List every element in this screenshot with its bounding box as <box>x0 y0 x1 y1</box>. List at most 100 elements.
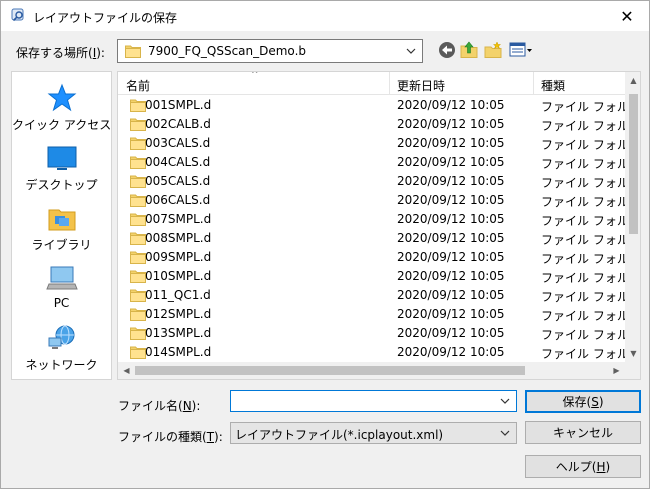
save-layout-dialog: レイアウトファイルの保存 ✕ 保存する場所(I): 7900_FQ_QSScan… <box>0 0 650 489</box>
folder-icon <box>130 251 146 264</box>
column-header-date[interactable]: 更新日時 <box>397 77 445 94</box>
chevron-down-icon <box>500 430 510 436</box>
file-name: 013SMPL.d <box>145 326 212 340</box>
table-row[interactable]: 011_QC1.d 2020/09/12 10:05 ファイル フォルダー <box>118 286 626 305</box>
file-type: ファイル フォルダー <box>541 195 626 209</box>
folder-icon <box>130 308 146 321</box>
network-icon <box>48 325 74 349</box>
table-row[interactable]: 005CALS.d 2020/09/12 10:05 ファイル フォルダー <box>118 172 626 191</box>
file-date: 2020/09/12 10:05 <box>397 307 505 321</box>
table-row[interactable]: 014SMPL.d 2020/09/12 10:05 ファイル フォルダー <box>118 343 626 362</box>
folder-icon <box>130 270 146 283</box>
file-name: 006CALS.d <box>145 193 211 207</box>
table-row[interactable]: 009SMPL.d 2020/09/12 10:05 ファイル フォルダー <box>118 248 626 267</box>
scroll-up-icon[interactable]: ▲ <box>625 72 640 89</box>
table-row[interactable]: 006CALS.d 2020/09/12 10:05 ファイル フォルダー <box>118 191 626 210</box>
filetype-select[interactable]: レイアウトファイル(*.icplayout.xml) <box>230 422 517 444</box>
cancel-button[interactable]: キャンセル <box>525 421 641 444</box>
new-folder-icon[interactable] <box>484 41 502 59</box>
table-row[interactable]: 013SMPL.d 2020/09/12 10:05 ファイル フォルダー <box>118 324 626 343</box>
chevron-down-icon[interactable] <box>500 394 510 408</box>
place-pc[interactable]: PC <box>12 262 111 310</box>
file-type: ファイル フォルダー <box>541 252 626 266</box>
pc-icon <box>45 266 78 290</box>
file-date: 2020/09/12 10:05 <box>397 136 505 150</box>
file-date: 2020/09/12 10:05 <box>397 174 505 188</box>
file-date: 2020/09/12 10:05 <box>397 193 505 207</box>
file-name: 005CALS.d <box>145 174 211 188</box>
folder-icon <box>130 213 146 226</box>
places-bar: クイック アクセス デスクトップ ライブラリ PC ネットワーク <box>11 71 112 380</box>
file-name: 014SMPL.d <box>145 345 212 359</box>
file-date: 2020/09/12 10:05 <box>397 117 505 131</box>
vertical-scroll-thumb[interactable] <box>629 94 638 234</box>
file-type: ファイル フォルダー <box>541 309 626 323</box>
file-name: 012SMPL.d <box>145 307 212 321</box>
folder-icon <box>130 156 146 169</box>
file-date: 2020/09/12 10:05 <box>397 288 505 302</box>
file-name: 009SMPL.d <box>145 250 212 264</box>
table-row[interactable]: 004CALS.d 2020/09/12 10:05 ファイル フォルダー <box>118 153 626 172</box>
desktop-icon <box>47 146 76 170</box>
scroll-right-icon[interactable]: ▶ <box>608 362 625 379</box>
place-library[interactable]: ライブラリ <box>12 202 111 253</box>
place-desktop[interactable]: デスクトップ <box>12 142 111 193</box>
file-date: 2020/09/12 10:05 <box>397 345 505 359</box>
view-menu-icon[interactable] <box>509 41 533 59</box>
column-header-name[interactable]: 名前 <box>126 77 150 94</box>
chevron-down-icon <box>406 48 416 54</box>
table-row[interactable]: 002CALB.d 2020/09/12 10:05 ファイル フォルダー <box>118 115 626 134</box>
location-value: 7900_FQ_QSScan_Demo.b <box>148 44 306 58</box>
close-icon: ✕ <box>620 6 634 26</box>
file-type: ファイル フォルダー <box>541 157 626 171</box>
close-button[interactable]: ✕ <box>605 1 649 31</box>
file-name: 011_QC1.d <box>145 288 211 302</box>
vertical-scrollbar[interactable]: ▲ ▼ <box>625 72 640 362</box>
place-quick-access[interactable]: クイック アクセス <box>12 82 111 133</box>
folder-icon <box>130 232 146 245</box>
library-icon <box>48 209 75 231</box>
file-list[interactable]: ^ 名前 更新日時 種類 001SMPL.d 2020/09/12 10:05 ファ… <box>117 71 641 380</box>
file-name: 002CALB.d <box>145 117 211 131</box>
horizontal-scroll-thumb[interactable] <box>135 366 525 375</box>
folder-icon <box>125 45 141 58</box>
table-row[interactable]: 007SMPL.d 2020/09/12 10:05 ファイル フォルダー <box>118 210 626 229</box>
help-button[interactable]: ヘルプ(H) <box>525 455 641 478</box>
folder-icon <box>130 327 146 340</box>
file-type: ファイル フォルダー <box>541 271 626 285</box>
file-type: ファイル フォルダー <box>541 328 626 342</box>
scroll-down-icon[interactable]: ▼ <box>625 345 640 362</box>
file-name: 003CALS.d <box>145 136 211 150</box>
file-date: 2020/09/12 10:05 <box>397 212 505 226</box>
quick-access-star-icon <box>47 83 76 112</box>
file-type: ファイル フォルダー <box>541 176 626 190</box>
save-button[interactable]: 保存(S) <box>525 390 641 413</box>
filename-input[interactable] <box>230 390 517 412</box>
file-name: 001SMPL.d <box>145 98 212 112</box>
file-name: 008SMPL.d <box>145 231 212 245</box>
place-network[interactable]: ネットワーク <box>12 322 111 373</box>
filetype-label: ファイルの種類(T): <box>118 430 223 444</box>
up-folder-icon[interactable] <box>460 41 478 59</box>
table-row[interactable]: 003CALS.d 2020/09/12 10:05 ファイル フォルダー <box>118 134 626 153</box>
file-type: ファイル フォルダー <box>541 119 626 133</box>
back-arrow-icon[interactable] <box>438 41 456 59</box>
filename-label: ファイル名(N): <box>118 399 201 413</box>
file-type: ファイル フォルダー <box>541 138 626 152</box>
folder-icon <box>130 289 146 302</box>
folder-icon <box>130 118 146 131</box>
table-row[interactable]: 008SMPL.d 2020/09/12 10:05 ファイル フォルダー <box>118 229 626 248</box>
file-date: 2020/09/12 10:05 <box>397 326 505 340</box>
folder-icon <box>130 175 146 188</box>
file-date: 2020/09/12 10:05 <box>397 231 505 245</box>
column-header-type[interactable]: 種類 <box>541 77 565 94</box>
scroll-left-icon[interactable]: ◀ <box>118 362 135 379</box>
file-type: ファイル フォルダー <box>541 233 626 247</box>
location-combobox[interactable]: 7900_FQ_QSScan_Demo.b <box>117 39 423 63</box>
folder-icon <box>130 99 146 112</box>
horizontal-scrollbar[interactable]: ◀ ▶ <box>118 362 625 379</box>
table-row[interactable]: 001SMPL.d 2020/09/12 10:05 ファイル フォルダー <box>118 96 626 115</box>
app-search-icon <box>11 8 24 22</box>
table-row[interactable]: 012SMPL.d 2020/09/12 10:05 ファイル フォルダー <box>118 305 626 324</box>
table-row[interactable]: 010SMPL.d 2020/09/12 10:05 ファイル フォルダー <box>118 267 626 286</box>
